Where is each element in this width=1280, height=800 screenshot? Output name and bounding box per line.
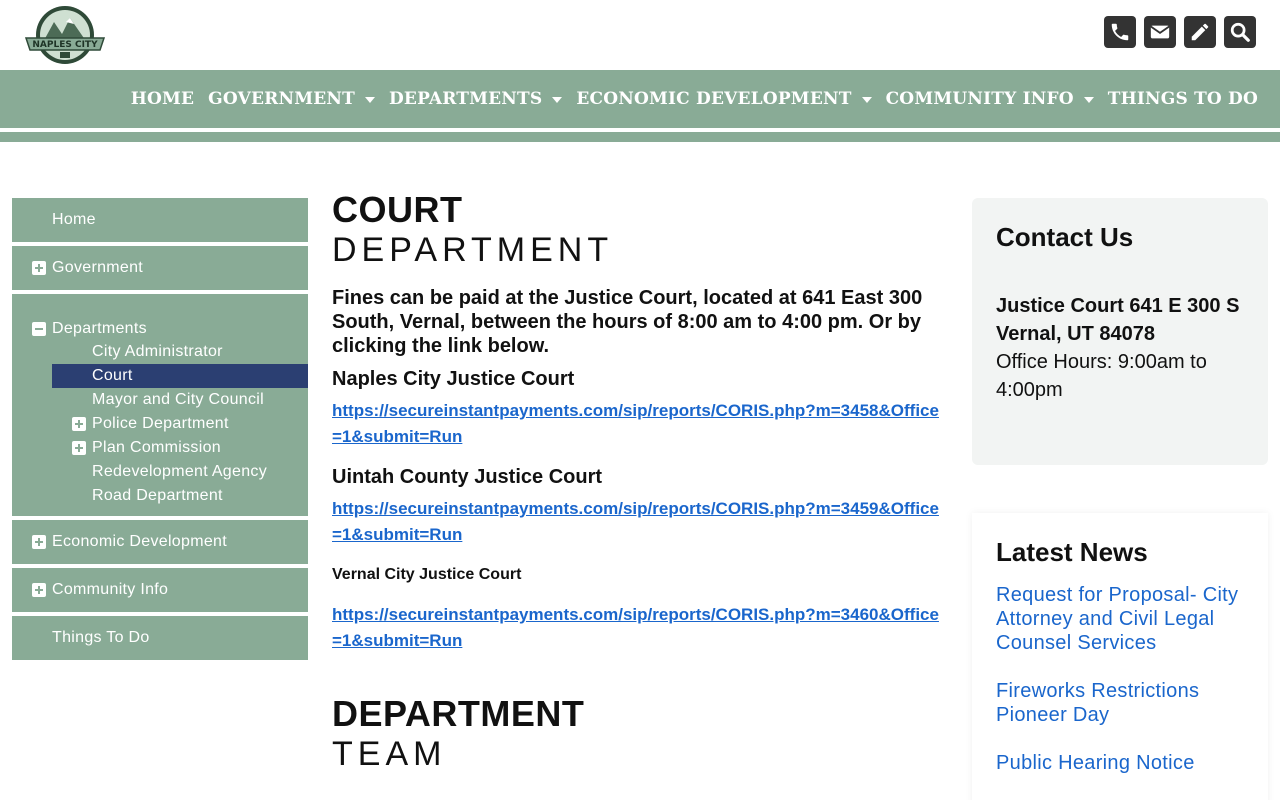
- payment-link[interactable]: https://secureinstantpayments.com/sip/re…: [332, 398, 942, 450]
- section-sidebar: Home Government Departments City Adminis…: [12, 198, 308, 664]
- site-header: NAPLES CITY: [0, 0, 1280, 70]
- phone-icon[interactable]: [1104, 16, 1136, 48]
- sidebar-subitem-redevelopment-agency[interactable]: Redevelopment Agency: [52, 460, 308, 484]
- sidebar-subitem-police-department[interactable]: Police Department: [52, 412, 308, 436]
- nav-economic-development[interactable]: ECONOMIC DEVELOPMENT: [576, 89, 872, 109]
- nav-label: GOVERNMENT: [208, 89, 355, 109]
- sidebar-row: Government: [12, 246, 308, 290]
- sidebar-label: Mayor and City Council: [92, 391, 264, 408]
- sidebar-label: Road Department: [92, 487, 223, 504]
- page-title: COURT: [332, 189, 463, 230]
- court-heading: Naples City Justice Court: [332, 368, 575, 390]
- sidebar-label: Things To Do: [52, 629, 150, 646]
- main-content: COURT DEPARTMENT Fines can be paid at th…: [332, 190, 942, 790]
- nav-community-info[interactable]: COMMUNITY INFO: [886, 89, 1094, 109]
- expand-plus-icon[interactable]: [72, 441, 86, 455]
- news-link[interactable]: Public Hearing Notice: [996, 751, 1244, 775]
- contact-address: Justice Court 641 E 300 S Vernal, UT 840…: [996, 295, 1240, 345]
- pencil-icon[interactable]: [1184, 16, 1216, 48]
- caret-down-icon: [552, 97, 563, 103]
- sidebar-label: Plan Commission: [92, 439, 221, 456]
- collapse-minus-icon[interactable]: [32, 322, 46, 336]
- sidebar-label: Departments: [52, 320, 147, 337]
- departments-submenu: City Administrator Court Mayor and City …: [12, 340, 308, 516]
- nav-menu: HOME GOVERNMENT DEPARTMENTS ECONOMIC DEV…: [131, 70, 1258, 128]
- news-title: Latest News: [996, 537, 1148, 567]
- naples-city-logo[interactable]: NAPLES CITY: [22, 4, 108, 66]
- caret-down-icon: [861, 97, 872, 103]
- nav-home[interactable]: HOME: [131, 89, 194, 109]
- nav-label: DEPARTMENTS: [388, 89, 543, 109]
- payment-link[interactable]: https://secureinstantpayments.com/sip/re…: [332, 496, 942, 548]
- sidebar-row: Home: [12, 198, 308, 242]
- nav-label: HOME: [130, 89, 195, 109]
- sidebar-subitem-city-administrator[interactable]: City Administrator: [52, 340, 308, 364]
- main-navigation: HOME GOVERNMENT DEPARTMENTS ECONOMIC DEV…: [0, 70, 1280, 128]
- sidebar-label: Police Department: [92, 415, 229, 432]
- team-section: DEPARTMENT TEAM: [332, 694, 942, 774]
- sidebar-label: Government: [52, 259, 144, 276]
- sidebar-subitem-road-department[interactable]: Road Department: [52, 484, 308, 508]
- nav-label: COMMUNITY INFO: [885, 89, 1074, 109]
- sidebar-item-departments: Departments City Administrator Court May…: [12, 294, 308, 516]
- news-link[interactable]: Fireworks Restrictions Pioneer Day: [996, 679, 1244, 727]
- caret-down-icon: [1083, 97, 1094, 103]
- sidebar-item-home[interactable]: Home: [12, 198, 308, 242]
- sidebar-item-economic-development[interactable]: Economic Development: [12, 520, 308, 564]
- nav-things-to-do[interactable]: THINGS TO DO: [1108, 89, 1258, 109]
- team-title: DEPARTMENT: [332, 693, 585, 734]
- sidebar-item-things-to-do[interactable]: Things To Do: [12, 616, 308, 660]
- sidebar-label: Home: [52, 211, 96, 228]
- nav-label: THINGS TO DO: [1107, 89, 1258, 109]
- sidebar-row: Things To Do: [12, 616, 308, 660]
- sidebar-label: City Administrator: [92, 343, 223, 360]
- court-heading: Vernal City Justice Court: [332, 566, 522, 583]
- sidebar-label: Redevelopment Agency: [92, 463, 267, 480]
- sidebar-subitem-mayor-and-city-council[interactable]: Mayor and City Council: [52, 388, 308, 412]
- nav-label: ECONOMIC DEVELOPMENT: [576, 89, 852, 109]
- contact-title: Contact Us: [996, 222, 1134, 252]
- sidebar-row: Economic Development: [12, 520, 308, 564]
- expand-plus-icon[interactable]: [32, 261, 46, 275]
- sidebar-label: Court: [92, 367, 133, 384]
- nav-divider: [0, 132, 1280, 142]
- team-subtitle: TEAM: [332, 735, 447, 773]
- intro-text: Fines can be paid at the Justice Court, …: [332, 287, 923, 357]
- nav-government[interactable]: GOVERNMENT: [208, 89, 375, 109]
- expand-plus-icon[interactable]: [32, 583, 46, 597]
- contact-hours: Office Hours: 9:00am to 4:00pm: [996, 351, 1207, 401]
- contact-card: Contact Us Justice Court 641 E 300 S Ver…: [972, 198, 1268, 465]
- sidebar-subitem-court[interactable]: Court: [52, 364, 308, 388]
- sidebar-label: Community Info: [52, 581, 169, 598]
- news-link[interactable]: Request for Proposal- City Attorney and …: [996, 583, 1244, 655]
- sidebar-item-government[interactable]: Government: [12, 246, 308, 290]
- payment-link[interactable]: https://secureinstantpayments.com/sip/re…: [332, 602, 942, 654]
- page-subtitle: DEPARTMENT: [332, 231, 614, 269]
- search-icon[interactable]: [1224, 16, 1256, 48]
- sidebar-item-community-info[interactable]: Community Info: [12, 568, 308, 612]
- caret-down-icon: [364, 97, 375, 103]
- sidebar-subitem-plan-commission[interactable]: Plan Commission: [52, 436, 308, 460]
- sidebar-label: Economic Development: [52, 533, 227, 550]
- sidebar-row: Community Info: [12, 568, 308, 612]
- expand-plus-icon[interactable]: [32, 535, 46, 549]
- utility-icons: [1104, 16, 1256, 48]
- svg-text:NAPLES CITY: NAPLES CITY: [32, 40, 98, 50]
- sidebar-row[interactable]: Departments: [12, 294, 308, 340]
- court-heading: Uintah County Justice Court: [332, 466, 603, 488]
- latest-news-card: Latest News Request for Proposal- City A…: [972, 513, 1268, 800]
- nav-departments[interactable]: DEPARTMENTS: [388, 89, 563, 109]
- expand-plus-icon[interactable]: [72, 417, 86, 431]
- envelope-icon[interactable]: [1144, 16, 1176, 48]
